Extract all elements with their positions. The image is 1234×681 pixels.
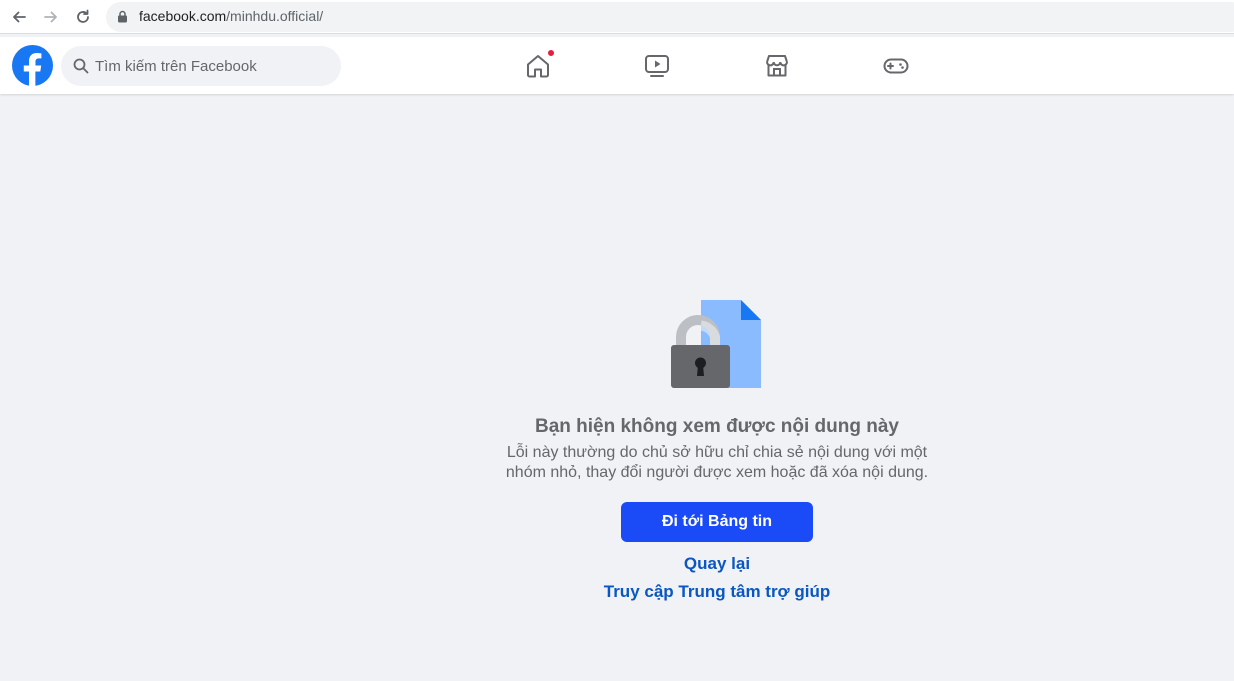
forward-button[interactable] — [39, 5, 63, 29]
gaming-icon[interactable] — [883, 53, 909, 79]
browser-toolbar: facebook.com/minhdu.official/ — [0, 0, 1234, 34]
back-button[interactable] — [7, 5, 31, 29]
search-box[interactable] — [61, 46, 341, 86]
reload-button[interactable] — [71, 5, 95, 29]
error-description: Lỗi này thường do chủ sở hữu chỉ chia sẻ… — [487, 443, 947, 483]
arrow-right-icon — [44, 11, 57, 23]
secure-lock-icon — [118, 10, 127, 23]
locked-content-illustration-icon — [671, 300, 761, 388]
arrow-left-icon — [13, 11, 26, 23]
facebook-header — [0, 37, 1234, 94]
url-text: facebook.com/minhdu.official/ — [139, 8, 323, 24]
watch-icon[interactable] — [644, 53, 670, 79]
page-title: Bạn hiện không xem được nội dung này — [534, 416, 899, 437]
description-line-1: Lỗi này thường do chủ sở hữu chỉ chia sẻ… — [506, 444, 928, 461]
go-back-link[interactable]: Quay lại — [0, 554, 1234, 574]
home-icon[interactable] — [525, 53, 551, 79]
facebook-logo-icon[interactable] — [12, 45, 53, 86]
help-center-link[interactable]: Truy cập Trung tâm trợ giúp — [0, 582, 1234, 602]
notification-dot — [547, 49, 555, 57]
address-bar[interactable]: facebook.com/minhdu.official/ — [106, 2, 1234, 32]
reload-icon — [77, 9, 89, 23]
url-domain: facebook.com — [139, 8, 227, 24]
search-input[interactable] — [95, 46, 331, 86]
marketplace-icon[interactable] — [764, 53, 790, 79]
main-content: Bạn hiện không xem được nội dung này Lỗi… — [0, 94, 1234, 681]
search-icon — [73, 58, 89, 74]
description-line-2: nhóm nhỏ, thay đổi người được xem hoặc đ… — [505, 464, 929, 481]
go-to-feed-button[interactable]: Đi tới Bảng tin — [621, 502, 813, 542]
url-path: /minhdu.official/ — [226, 8, 324, 24]
